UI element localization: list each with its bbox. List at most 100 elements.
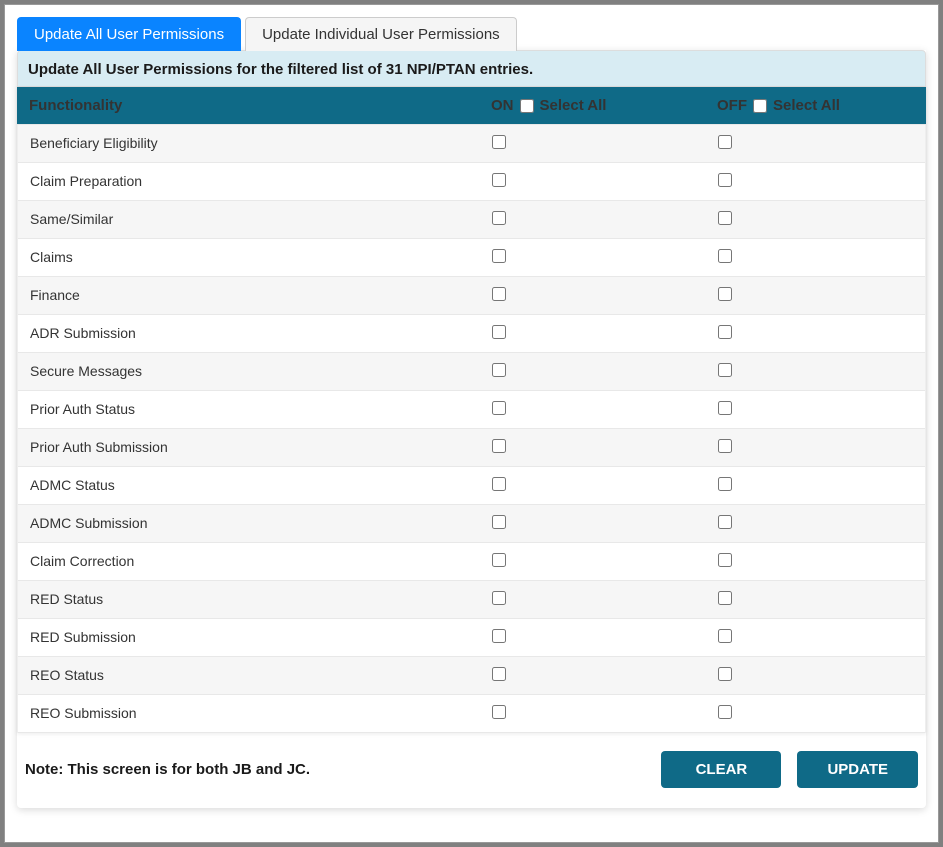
off-cell bbox=[706, 125, 925, 162]
functionality-name: ADMC Status bbox=[18, 467, 480, 504]
functionality-name: ADR Submission bbox=[18, 315, 480, 352]
off-checkbox[interactable] bbox=[718, 173, 732, 187]
on-checkbox[interactable] bbox=[492, 477, 506, 491]
off-checkbox[interactable] bbox=[718, 591, 732, 605]
header-off-label: OFF bbox=[717, 97, 747, 114]
off-checkbox[interactable] bbox=[718, 211, 732, 225]
on-cell bbox=[480, 353, 706, 390]
off-cell bbox=[706, 353, 925, 390]
on-checkbox[interactable] bbox=[492, 211, 506, 225]
on-cell bbox=[480, 125, 706, 162]
on-checkbox[interactable] bbox=[492, 591, 506, 605]
off-checkbox[interactable] bbox=[718, 363, 732, 377]
update-button[interactable]: UPDATE bbox=[797, 751, 918, 788]
functionality-name: RED Status bbox=[18, 581, 480, 618]
on-checkbox[interactable] bbox=[492, 287, 506, 301]
footer: Note: This screen is for both JB and JC.… bbox=[17, 733, 926, 788]
on-checkbox[interactable] bbox=[492, 325, 506, 339]
on-cell bbox=[480, 619, 706, 656]
select-all-off-checkbox[interactable] bbox=[753, 99, 767, 113]
off-cell bbox=[706, 277, 925, 314]
tabs: Update All User Permissions Update Indiv… bbox=[17, 17, 926, 51]
off-cell bbox=[706, 163, 925, 200]
table-header: Functionality ON Select All OFF Select A… bbox=[17, 87, 926, 125]
note-text: Note: This screen is for both JB and JC. bbox=[25, 761, 310, 778]
table-row: Beneficiary Eligibility bbox=[18, 125, 925, 163]
table-row: ADMC Status bbox=[18, 467, 925, 505]
off-cell bbox=[706, 581, 925, 618]
on-cell bbox=[480, 201, 706, 238]
functionality-name: RED Submission bbox=[18, 619, 480, 656]
header-functionality: Functionality bbox=[17, 87, 479, 124]
functionality-name: Same/Similar bbox=[18, 201, 480, 238]
table-row: Prior Auth Submission bbox=[18, 429, 925, 467]
table-row: REO Status bbox=[18, 657, 925, 695]
tab-update-all[interactable]: Update All User Permissions bbox=[17, 17, 241, 51]
off-cell bbox=[706, 315, 925, 352]
on-cell bbox=[480, 163, 706, 200]
select-all-on-checkbox[interactable] bbox=[520, 99, 534, 113]
off-cell bbox=[706, 429, 925, 466]
on-checkbox[interactable] bbox=[492, 363, 506, 377]
on-cell bbox=[480, 277, 706, 314]
off-checkbox[interactable] bbox=[718, 249, 732, 263]
on-cell bbox=[480, 695, 706, 732]
off-cell bbox=[706, 391, 925, 428]
functionality-name: REO Submission bbox=[18, 695, 480, 732]
on-checkbox[interactable] bbox=[492, 553, 506, 567]
on-checkbox[interactable] bbox=[492, 249, 506, 263]
on-checkbox[interactable] bbox=[492, 667, 506, 681]
tab-update-individual[interactable]: Update Individual User Permissions bbox=[245, 17, 517, 51]
functionality-name: REO Status bbox=[18, 657, 480, 694]
off-checkbox[interactable] bbox=[718, 515, 732, 529]
off-checkbox[interactable] bbox=[718, 325, 732, 339]
on-cell bbox=[480, 429, 706, 466]
on-checkbox[interactable] bbox=[492, 135, 506, 149]
table-row: RED Status bbox=[18, 581, 925, 619]
on-checkbox[interactable] bbox=[492, 173, 506, 187]
table-row: RED Submission bbox=[18, 619, 925, 657]
off-checkbox[interactable] bbox=[718, 477, 732, 491]
clear-button[interactable]: CLEAR bbox=[661, 751, 781, 788]
table-row: ADR Submission bbox=[18, 315, 925, 353]
on-cell bbox=[480, 657, 706, 694]
header-on-label: ON bbox=[491, 97, 514, 114]
panel-outer: Update All User Permissions Update Indiv… bbox=[4, 4, 939, 843]
off-cell bbox=[706, 695, 925, 732]
on-cell bbox=[480, 543, 706, 580]
off-cell bbox=[706, 505, 925, 542]
table-row: Secure Messages bbox=[18, 353, 925, 391]
table-row: REO Submission bbox=[18, 695, 925, 733]
functionality-name: Claim Preparation bbox=[18, 163, 480, 200]
on-cell bbox=[480, 315, 706, 352]
functionality-name: Claims bbox=[18, 239, 480, 276]
table-row: Finance bbox=[18, 277, 925, 315]
off-checkbox[interactable] bbox=[718, 667, 732, 681]
functionality-name: Prior Auth Submission bbox=[18, 429, 480, 466]
off-checkbox[interactable] bbox=[718, 705, 732, 719]
off-checkbox[interactable] bbox=[718, 553, 732, 567]
on-checkbox[interactable] bbox=[492, 705, 506, 719]
table-row: Claim Preparation bbox=[18, 163, 925, 201]
functionality-name: Claim Correction bbox=[18, 543, 480, 580]
off-checkbox[interactable] bbox=[718, 401, 732, 415]
off-checkbox[interactable] bbox=[718, 629, 732, 643]
off-checkbox[interactable] bbox=[718, 439, 732, 453]
table-row: Claim Correction bbox=[18, 543, 925, 581]
header-off: OFF Select All bbox=[705, 87, 926, 124]
on-cell bbox=[480, 239, 706, 276]
on-checkbox[interactable] bbox=[492, 439, 506, 453]
on-cell bbox=[480, 391, 706, 428]
table-row: ADMC Submission bbox=[18, 505, 925, 543]
functionality-name: ADMC Submission bbox=[18, 505, 480, 542]
off-checkbox[interactable] bbox=[718, 287, 732, 301]
permissions-table: Functionality ON Select All OFF Select A… bbox=[17, 87, 926, 733]
table-row: Same/Similar bbox=[18, 201, 925, 239]
on-cell bbox=[480, 505, 706, 542]
on-checkbox[interactable] bbox=[492, 515, 506, 529]
on-checkbox[interactable] bbox=[492, 401, 506, 415]
table-row: Claims bbox=[18, 239, 925, 277]
off-checkbox[interactable] bbox=[718, 135, 732, 149]
off-cell bbox=[706, 543, 925, 580]
on-checkbox[interactable] bbox=[492, 629, 506, 643]
